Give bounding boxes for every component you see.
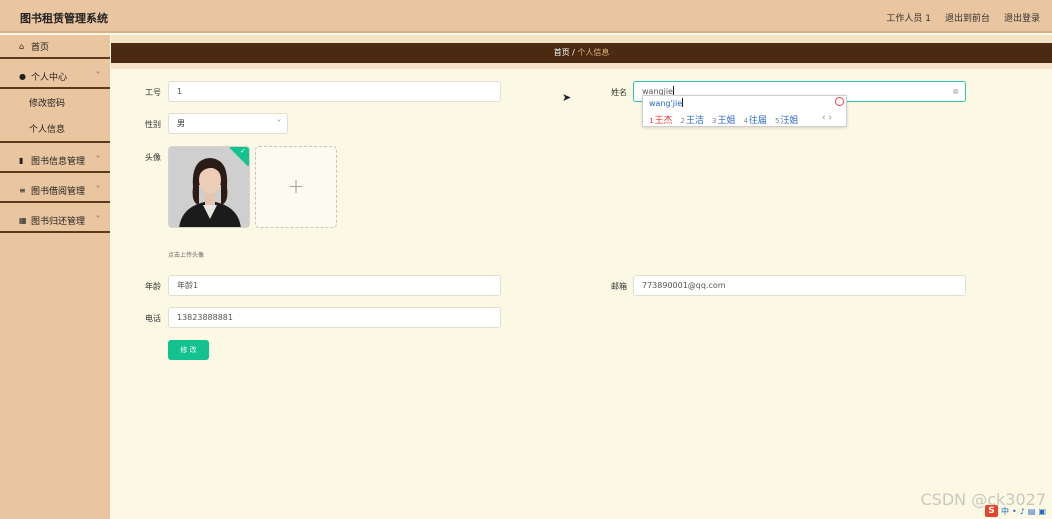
current-user-link[interactable]: 工作人员 1 [886,11,931,24]
bar-chart-icon: ▮ [19,155,24,165]
ime-candidate[interactable]: 1王杰 [649,113,672,126]
gender-select[interactable]: 男 ˅ [168,113,288,134]
submit-button[interactable]: 修 改 [168,340,209,360]
sidebar-item-home[interactable]: ⌂ 首页 [0,35,110,59]
id-field[interactable]: 1 [168,81,501,102]
ime-candidate[interactable]: 4往届 [743,113,766,126]
keyboard-icon[interactable]: ▤ [1028,507,1036,516]
breadcrumb-current: 个人信息 [577,48,610,57]
avatar-label: 头像 [145,153,161,162]
email-field[interactable]: 773890001@qq.com [633,275,966,296]
sidebar-item-label: 个人中心 [31,72,68,83]
avatar-image[interactable]: ✓ [168,146,250,228]
chevron-down-icon: ˅ [95,155,101,164]
top-bar: 图书租赁管理系统 工作人员 1 退出到前台 退出登录 [0,0,1052,33]
exit-to-frontend-link[interactable]: 退出到前台 [945,11,990,24]
sidebar-item-label: 图书信息管理 [31,156,86,167]
microphone-icon[interactable]: ♪ [1020,507,1025,516]
check-icon: ✓ [240,147,246,155]
skin-icon[interactable]: ▣ [1038,507,1046,516]
ime-logo-icon [835,97,844,106]
app-title: 图书租赁管理系统 [20,12,108,25]
ime-composition: wang'jie [649,98,684,108]
grid-icon: ▦ [19,215,27,225]
logout-link[interactable]: 退出登录 [1004,11,1040,24]
phone-field[interactable]: 13823888881 [168,307,501,328]
home-icon: ⌂ [19,41,25,51]
ime-candidate[interactable]: 2王洁 [680,113,703,126]
sidebar-item-label: 首页 [31,42,50,53]
name-label: 姓名 [611,88,627,97]
sidebar-item-book-info[interactable]: ▮ 图书信息管理 ˅ [0,149,110,173]
ime-candidate[interactable]: 5汪姐 [775,113,798,126]
age-field[interactable]: 年龄1 [168,275,501,296]
ime-candidate-window: wang'jie 1王杰 2王洁 3王姐 4往届 5汪姐 ‹ › [642,95,847,127]
ime-page-arrows[interactable]: ‹ › [822,113,832,123]
sidebar-item-borrow[interactable]: ≡ 图书借阅管理 ˅ [0,179,110,203]
sidebar: ⌂ 首页 ● 个人中心 ˅ 修改密码 个人信息 ▮ 图书信息管理 ˅ ≡ 图书借… [0,35,110,519]
sidebar-item-return[interactable]: ▦ 图书归还管理 ˅ [0,209,110,233]
list-icon: ≡ [19,185,26,195]
ime-candidate[interactable]: 3王姐 [712,113,735,126]
clear-icon[interactable]: ⊗ [952,82,959,101]
chevron-down-icon: ˅ [95,71,101,80]
top-links: 工作人员 1 退出到前台 退出登录 [886,11,1040,24]
chevron-down-icon: ˅ [95,215,101,224]
sidebar-item-label: 图书归还管理 [31,216,86,227]
punctuation-icon[interactable]: • [1012,507,1017,516]
plus-icon: + [287,174,305,198]
avatar-upload-button[interactable]: + [255,146,337,228]
chinese-mode-icon[interactable]: 中 [1001,506,1009,517]
ime-candidates: 1王杰 2王洁 3王姐 4往届 5汪姐 [649,113,798,126]
chevron-down-icon: ˅ [276,119,282,128]
sidebar-item-personal-info[interactable]: 个人信息 [0,115,110,141]
sidebar-submenu: 修改密码 个人信息 [0,89,110,143]
avatar-photo [169,147,249,227]
chevron-down-icon: ˅ [95,185,101,194]
email-label: 邮箱 [611,282,627,291]
sidebar-item-label: 图书借阅管理 [31,186,86,197]
ime-toolbar: S 中 • ♪ ▤ ▣ [985,505,1046,517]
avatar-hint: 点击上传头像 [168,252,205,259]
user-icon: ● [19,71,26,81]
sidebar-item-change-password[interactable]: 修改密码 [0,89,110,115]
phone-label: 电话 [145,314,161,323]
age-label: 年龄 [145,282,161,291]
gender-label: 性别 [145,120,161,129]
mouse-cursor-icon: ➤ [562,91,572,104]
sogou-logo-icon[interactable]: S [985,505,999,517]
id-label: 工号 [145,88,161,97]
breadcrumb-home[interactable]: 首页 [554,48,570,57]
breadcrumb: 首页 / 个人信息 [111,43,1052,63]
sidebar-item-personal-center[interactable]: ● 个人中心 ˅ [0,65,110,89]
